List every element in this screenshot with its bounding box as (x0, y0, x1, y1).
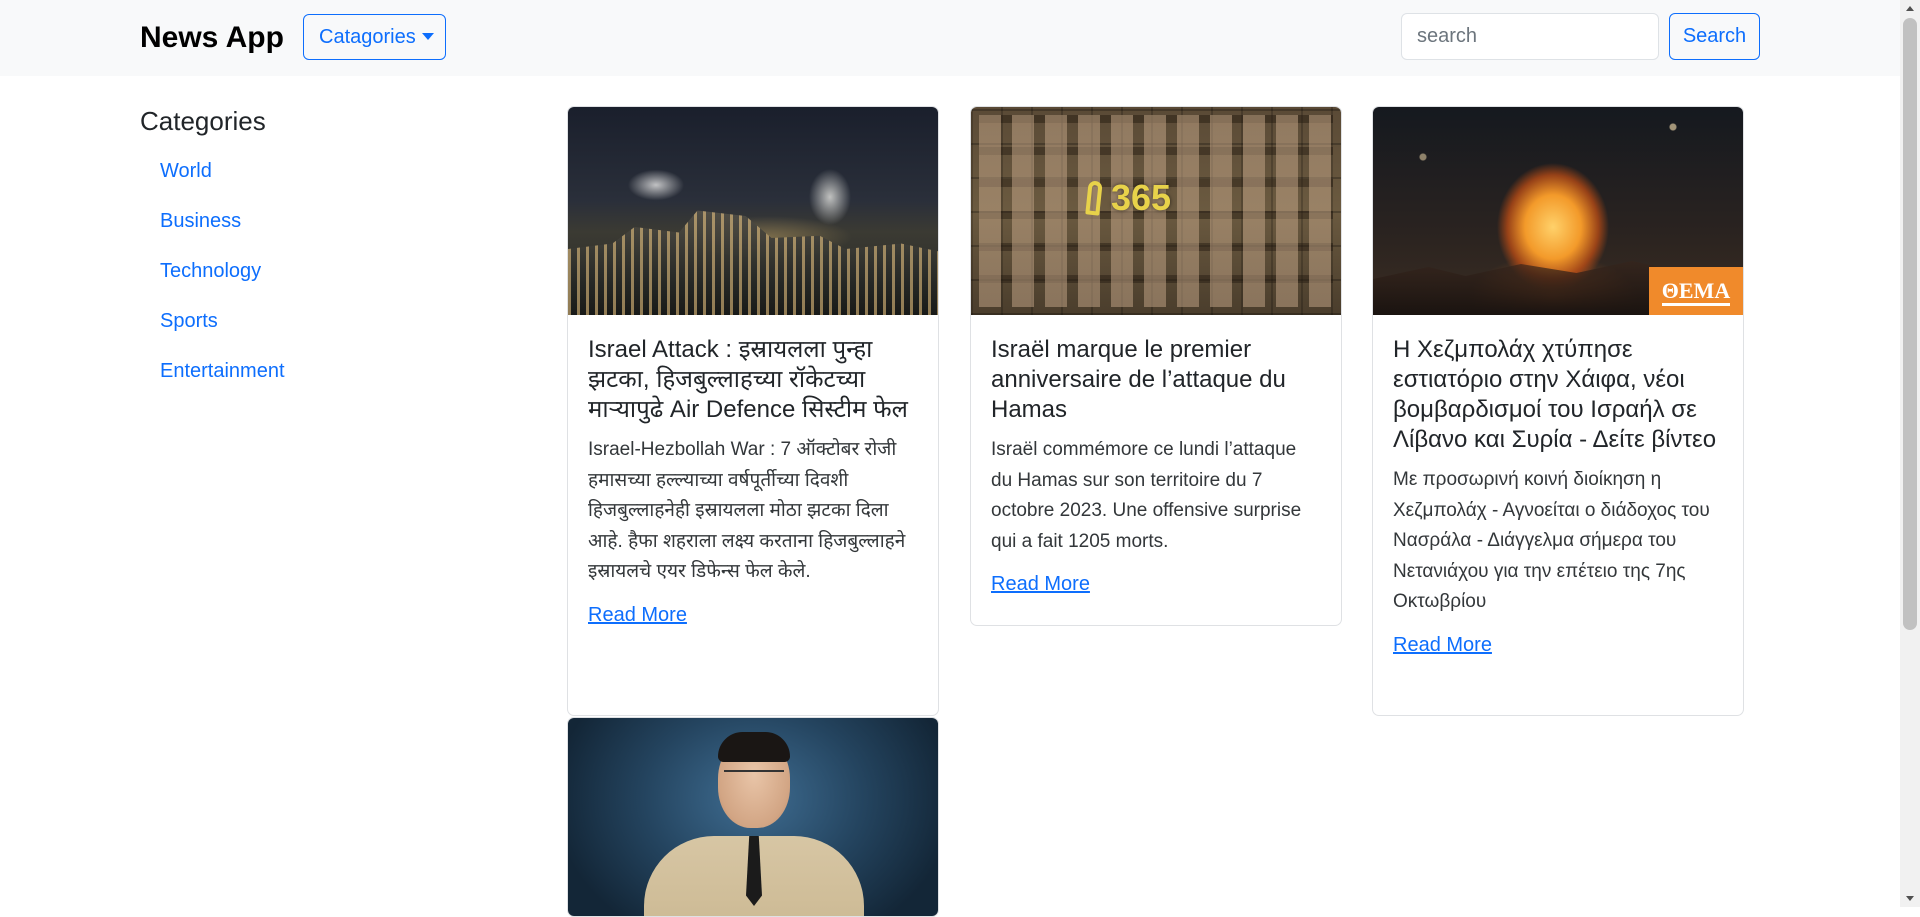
card-title: Israel Attack : इस्रायलला पुन्हा झटका, ह… (588, 336, 908, 423)
search-button[interactable]: Search (1669, 13, 1760, 60)
sidebar-item-sports[interactable]: Sports (160, 310, 218, 333)
sidebar-item-business[interactable]: Business (160, 210, 241, 233)
card-description: Με προσωρινή κοινή διοίκηση η Χεζμπολάχ … (1393, 469, 1710, 612)
news-card (567, 717, 939, 917)
source-logo: ΘΕΜΑ (1649, 267, 1743, 315)
scroll-up-arrow-icon[interactable] (1906, 6, 1914, 11)
uniformed-officer-portrait-image (568, 718, 938, 916)
sidebar-item-world[interactable]: World (160, 160, 212, 183)
top-navbar: News App Catagories Search (0, 0, 1900, 76)
scrollbar-thumb[interactable] (1903, 18, 1917, 630)
wall-of-hostage-photos-image: 365 (971, 107, 1341, 315)
scroll-down-arrow-icon[interactable] (1906, 896, 1914, 901)
night-city-smoke-image (568, 107, 938, 315)
news-card: 365 Israël marque le premier anniversair… (970, 106, 1342, 626)
caret-down-icon (421, 32, 434, 40)
sidebar-item-technology[interactable]: Technology (160, 260, 261, 283)
page-scrollbar[interactable] (1900, 0, 1920, 907)
categories-dropdown-label: Catagories (319, 26, 416, 48)
brand-logo[interactable]: News App (140, 18, 284, 58)
card-title: Η Χεζμπολάχ χτύπησε εστιατόριο στην Χάιφ… (1393, 336, 1717, 453)
explosion-night-image: ΘΕΜΑ (1373, 107, 1743, 315)
sidebar-title: Categories (140, 106, 266, 136)
categories-dropdown-button[interactable]: Catagories (303, 14, 446, 60)
search-input[interactable] (1401, 13, 1659, 60)
card-description: Israel-Hezbollah War : 7 ऑक्टोबर रोजी हम… (588, 439, 906, 582)
card-title: Israël marque le premier anniversaire de… (991, 336, 1286, 423)
image-caption-365: 365 (1111, 177, 1172, 218)
news-card: ΘΕΜΑ Η Χεζμπολάχ χτύπησε εστιατόριο στην… (1372, 106, 1744, 716)
read-more-link[interactable]: Read More (991, 573, 1090, 596)
read-more-link[interactable]: Read More (1393, 634, 1492, 657)
sidebar-item-entertainment[interactable]: Entertainment (160, 360, 285, 383)
read-more-link[interactable]: Read More (588, 604, 687, 627)
card-description: Israël commémore ce lundi l’attaque du H… (991, 439, 1302, 552)
news-card: Israel Attack : इस्रायलला पुन्हा झटका, ह… (567, 106, 939, 716)
